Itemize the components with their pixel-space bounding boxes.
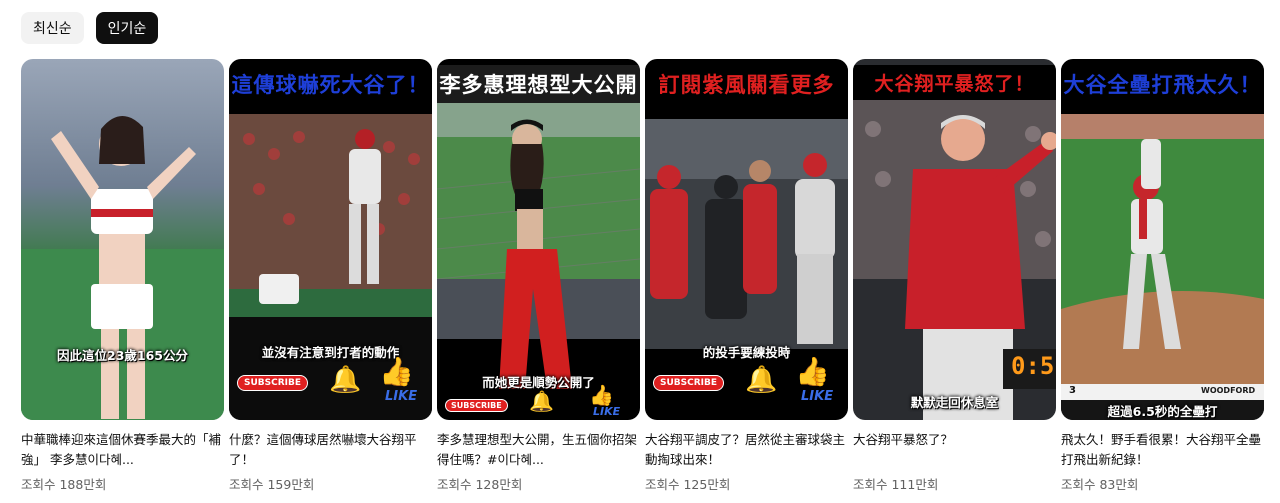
- like-label: LIKE: [801, 389, 834, 404]
- view-count: 조회수 125만회: [645, 477, 731, 492]
- short-card[interactable]: 訂閱紫風關看更多 的投手要練投時 SUBSCRIBE 🔔 👍 LIKE 大谷翔平…: [645, 59, 848, 493]
- view-count: 조회수 128만회: [437, 477, 523, 492]
- dancer-thumbnail-image: [437, 59, 640, 420]
- short-thumbnail[interactable]: 李多惠理想型大公開 而她更是順勢公開了 SUBSCRIBE 🔔 👍 LIKE: [437, 59, 640, 420]
- shorts-grid: 因此這位23歲165公分 中華職棒迎來這個休賽季最大的「補強」 李多慧이다혜..…: [21, 59, 1264, 493]
- thumbs-up-icon: 👍: [795, 355, 830, 388]
- view-count: 조회수 188만회: [21, 477, 107, 492]
- video-headline: 李多惠理想型大公開: [437, 65, 640, 103]
- short-card[interactable]: 這傳球嚇死大谷了！ 並沒有注意到打者的動作 SUBSCRIBE 🔔 👍 LIKE…: [229, 59, 432, 493]
- view-count: 조회수 159만회: [229, 477, 315, 492]
- scoreboard-count: 3: [1069, 385, 1076, 396]
- short-thumbnail[interactable]: 大谷翔平暴怒了！ 0:5 默默走回休息室: [853, 59, 1056, 420]
- video-caption: 因此這位23歲165公分: [57, 348, 188, 363]
- cheerleader-thumbnail-image: [21, 59, 224, 420]
- short-title[interactable]: 中華職棒迎來這個休賽季最大的「補強」 李多慧이다혜...: [21, 430, 224, 470]
- scoreboard-label: WOODFORD: [1201, 386, 1256, 395]
- short-card[interactable]: 大谷全壘打飛太久！ 3 WOODFORD 超過6.5秒的全壘打 飛太久！野手看很…: [1061, 59, 1264, 493]
- short-thumbnail[interactable]: 因此這位23歲165公分: [21, 59, 224, 420]
- video-headline: 大谷翔平暴怒了！: [853, 65, 1056, 100]
- sort-chip-bar: 최신순 인기순: [21, 12, 159, 44]
- sort-chip-latest[interactable]: 최신순: [21, 12, 84, 44]
- video-headline: 大谷全壘打飛太久！: [1061, 65, 1264, 103]
- short-title[interactable]: 李多慧理想型大公開，生五個你招架得住嗎？#이다혜...: [437, 430, 640, 470]
- video-caption: 超過6.5秒的全壘打: [1107, 404, 1218, 419]
- video-headline: 訂閱紫風關看更多: [645, 65, 848, 103]
- short-card[interactable]: 因此這位23歲165公分 中華職棒迎來這個休賽季最大的「補強」 李多慧이다혜..…: [21, 59, 224, 493]
- short-thumbnail[interactable]: 這傳球嚇死大谷了！ 並沒有注意到打者的動作 SUBSCRIBE 🔔 👍 LIKE: [229, 59, 432, 420]
- like-label: LIKE: [385, 389, 418, 404]
- video-caption: 默默走回休息室: [910, 395, 999, 410]
- thumbs-up-icon: 👍: [379, 355, 414, 388]
- short-card[interactable]: 大谷翔平暴怒了！ 0:5 默默走回休息室 大谷翔平暴怒了？ 조회수 111만회: [853, 59, 1056, 493]
- bell-icon: 🔔: [745, 365, 778, 395]
- home-run-thumbnail-image: [1061, 59, 1264, 420]
- short-card[interactable]: 李多惠理想型大公開 而她更是順勢公開了 SUBSCRIBE 🔔 👍 LIKE 李…: [437, 59, 640, 493]
- subscribe-badge: SUBSCRIBE: [237, 375, 309, 391]
- view-count: 조회수 83만회: [1061, 477, 1139, 492]
- subscribe-badge: SUBSCRIBE: [653, 375, 725, 391]
- bell-icon: 🔔: [329, 365, 362, 395]
- short-thumbnail[interactable]: 訂閱紫風關看更多 的投手要練投時 SUBSCRIBE 🔔 👍 LIKE: [645, 59, 848, 420]
- sort-chip-popular[interactable]: 인기순: [95, 12, 159, 44]
- short-title[interactable]: 飛太久！野手看很累！大谷翔平全壘打飛出新紀錄！: [1061, 430, 1264, 470]
- short-thumbnail[interactable]: 大谷全壘打飛太久！ 3 WOODFORD 超過6.5秒的全壘打: [1061, 59, 1264, 420]
- like-label: LIKE: [593, 405, 621, 418]
- view-count: 조회수 111만회: [853, 477, 939, 492]
- subscribe-badge: SUBSCRIBE: [445, 399, 508, 412]
- thumbs-up-icon: 👍: [589, 383, 614, 407]
- short-title[interactable]: 大谷翔平調皮了？居然從主審球袋主動掏球出來！: [645, 430, 848, 470]
- bell-icon: 🔔: [529, 389, 554, 413]
- game-clock: 0:5: [1011, 352, 1055, 380]
- short-title[interactable]: 什麼？這個傳球居然嚇壞大谷翔平了！: [229, 430, 432, 470]
- short-title[interactable]: 大谷翔平暴怒了？: [853, 430, 1056, 470]
- video-headline: 這傳球嚇死大谷了！: [229, 65, 432, 103]
